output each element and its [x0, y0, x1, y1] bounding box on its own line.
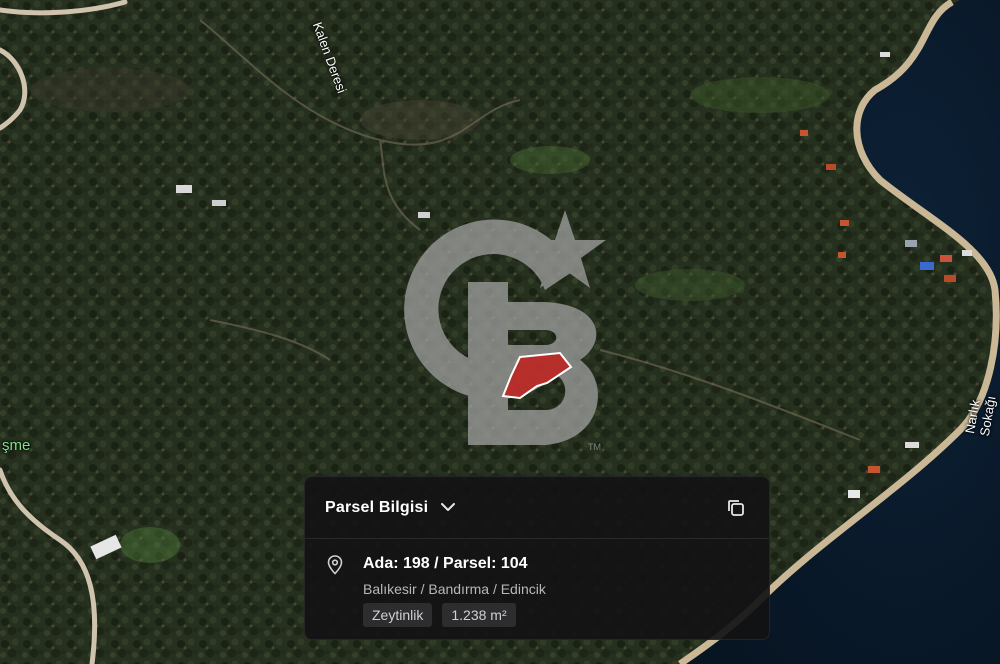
- area-tag: 1.238 m²: [442, 603, 516, 627]
- copy-icon[interactable]: [725, 497, 747, 519]
- parcel-identifier: Ada: 198 / Parsel: 104: [363, 555, 528, 572]
- parcel-tags: Zeytinlik 1.238 m²: [363, 603, 749, 627]
- panel-title: Parsel Bilgisi: [325, 498, 429, 516]
- watermark-text: TM: [588, 442, 601, 452]
- parcel-location: Balıkesir / Bandırma / Edincik: [363, 581, 546, 597]
- parcel-info-panel: Parsel Bilgisi Ada: 198 / Parsel: 104 Ba…: [304, 476, 770, 640]
- location-pin-icon: [327, 555, 347, 575]
- chevron-down-icon[interactable]: [440, 500, 456, 516]
- land-use-tag: Zeytinlik: [363, 603, 433, 627]
- place-label: şme: [2, 437, 31, 454]
- panel-body: Ada: 198 / Parsel: 104 Balıkesir / Bandı…: [305, 539, 769, 627]
- panel-header[interactable]: Parsel Bilgisi: [305, 477, 769, 539]
